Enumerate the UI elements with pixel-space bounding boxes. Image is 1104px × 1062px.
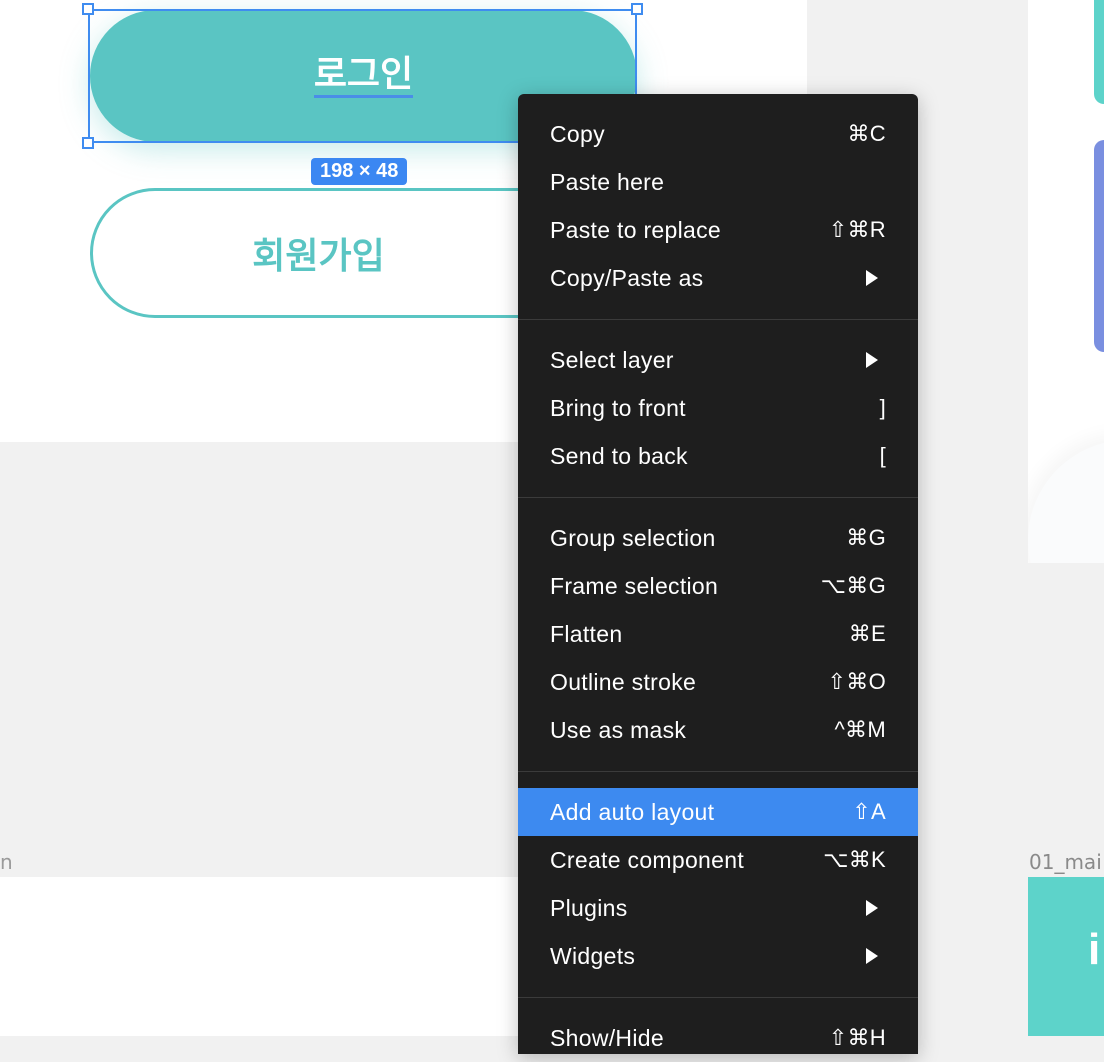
menu-item-send-to-back[interactable]: Send to back [ — [518, 432, 918, 480]
menu-item-shortcut: ] — [879, 395, 886, 420]
menu-item-label: Add auto layout — [550, 798, 715, 825]
menu-item-label: Use as mask — [550, 716, 687, 743]
menu-item-shortcut: ⇧⌘H — [828, 1025, 886, 1050]
menu-separator — [518, 997, 918, 998]
menu-item-label: Paste here — [550, 168, 665, 195]
submenu-arrow-icon — [866, 900, 878, 916]
menu-separator — [518, 319, 918, 320]
signup-button-label[interactable]: 회원가입 — [252, 227, 384, 279]
menu-item-group-selection[interactable]: Group selection ⌘G — [518, 514, 918, 562]
login-button-label[interactable]: 로그인 — [313, 54, 414, 99]
menu-item-create-component[interactable]: Create component ⌥⌘K — [518, 836, 918, 884]
menu-item-label: Paste to replace — [550, 216, 722, 243]
resize-handle-top-right[interactable] — [631, 3, 643, 15]
menu-item-label: Group selection — [550, 524, 716, 551]
context-menu: Copy ⌘C Paste here Paste to replace ⇧⌘R … — [518, 94, 918, 1054]
menu-item-plugins[interactable]: Plugins — [518, 884, 918, 932]
menu-item-shortcut: ⌥⌘G — [820, 573, 886, 598]
design-frame-bottom[interactable] — [0, 877, 540, 1036]
menu-item-shortcut: ⌥⌘K — [823, 847, 886, 872]
menu-item-shortcut: ⇧A — [852, 799, 886, 824]
frame-label-right[interactable]: 01_mai — [1029, 850, 1102, 874]
frame-text-right: i — [1088, 925, 1101, 974]
menu-item-label: Copy/Paste as — [550, 264, 704, 291]
menu-item-copy[interactable]: Copy ⌘C — [518, 110, 918, 158]
frame-shape-teal — [1094, 0, 1104, 104]
menu-item-label: Widgets — [550, 942, 636, 969]
menu-item-frame-selection[interactable]: Frame selection ⌥⌘G — [518, 562, 918, 610]
menu-item-shortcut: ⌘E — [848, 621, 886, 646]
menu-item-label: Show/Hide — [550, 1024, 664, 1051]
menu-item-show-hide[interactable]: Show/Hide ⇧⌘H — [518, 1014, 918, 1062]
menu-item-shortcut: ⇧⌘R — [828, 217, 886, 242]
menu-item-label: Flatten — [550, 620, 623, 647]
menu-item-shortcut: ^⌘M — [834, 717, 886, 742]
menu-item-label: Frame selection — [550, 572, 719, 599]
menu-item-use-as-mask[interactable]: Use as mask ^⌘M — [518, 706, 918, 754]
resize-handle-top-left[interactable] — [82, 3, 94, 15]
menu-item-flatten[interactable]: Flatten ⌘E — [518, 610, 918, 658]
menu-item-label: Plugins — [550, 894, 628, 921]
menu-item-label: Select layer — [550, 346, 674, 373]
menu-item-shortcut: ⇧⌘O — [827, 669, 886, 694]
menu-item-shortcut: ⌘G — [846, 525, 886, 550]
menu-item-label: Send to back — [550, 442, 688, 469]
menu-separator — [518, 497, 918, 498]
menu-item-outline-stroke[interactable]: Outline stroke ⇧⌘O — [518, 658, 918, 706]
menu-item-copy-paste-as[interactable]: Copy/Paste as — [518, 254, 918, 302]
menu-item-label: Bring to front — [550, 394, 686, 421]
frame-shape-blue — [1094, 140, 1104, 352]
menu-item-bring-to-front[interactable]: Bring to front ] — [518, 384, 918, 432]
menu-item-label: Copy — [550, 120, 605, 147]
frame-shape-arc — [1028, 440, 1104, 563]
menu-separator — [518, 771, 918, 772]
menu-item-label: Outline stroke — [550, 668, 697, 695]
submenu-arrow-icon — [866, 352, 878, 368]
design-frame-right-bottom[interactable]: i — [1028, 877, 1104, 1036]
resize-handle-bottom-left[interactable] — [82, 137, 94, 149]
submenu-arrow-icon — [866, 270, 878, 286]
menu-item-paste-here[interactable]: Paste here — [518, 158, 918, 206]
menu-item-add-auto-layout[interactable]: Add auto layout ⇧A — [518, 788, 918, 836]
menu-item-shortcut: [ — [879, 443, 886, 468]
menu-item-select-layer[interactable]: Select layer — [518, 336, 918, 384]
menu-item-shortcut: ⌘C — [847, 121, 886, 146]
design-frame-right[interactable] — [1028, 0, 1104, 563]
frame-label-left[interactable]: n — [0, 850, 13, 874]
menu-item-widgets[interactable]: Widgets — [518, 932, 918, 980]
selection-size-badge: 198 × 48 — [311, 158, 408, 185]
submenu-arrow-icon — [866, 948, 878, 964]
menu-item-paste-to-replace[interactable]: Paste to replace ⇧⌘R — [518, 206, 918, 254]
menu-item-label: Create component — [550, 846, 745, 873]
